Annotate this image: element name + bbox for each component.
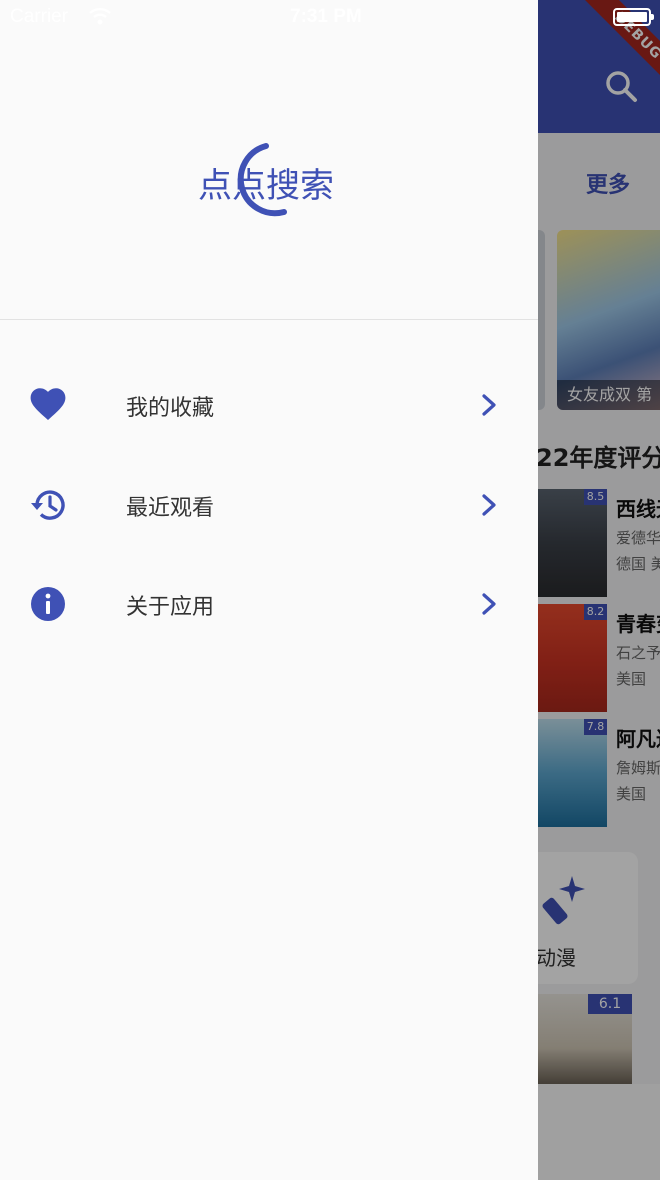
menu-item-about[interactable]: 关于应用 — [0, 559, 538, 649]
heart-icon — [30, 388, 66, 420]
info-icon — [31, 587, 65, 621]
wifi-icon — [89, 8, 111, 25]
chevron-right-icon — [482, 593, 496, 615]
status-time: 7:31 PM — [290, 6, 362, 27]
logo-text: 点点搜索 — [198, 166, 334, 206]
history-icon — [31, 490, 65, 520]
menu-item-label: 我的收藏 — [126, 396, 215, 421]
battery-icon — [613, 8, 654, 26]
status-bar: Carrier 7:31 PM — [0, 0, 660, 36]
menu-item-label: 最近观看 — [126, 496, 215, 521]
menu-item-history[interactable]: 最近观看 — [0, 460, 538, 550]
chevron-right-icon — [482, 494, 496, 516]
navigation-drawer: 点点搜索 我的收藏 最近观看 关于应用 — [0, 0, 538, 1180]
drawer-header: 点点搜索 — [0, 0, 538, 320]
menu-item-favorites[interactable]: 我的收藏 — [0, 360, 538, 450]
menu-item-label: 关于应用 — [126, 595, 215, 620]
chevron-right-icon — [482, 394, 496, 416]
carrier-label: Carrier — [10, 6, 69, 27]
app-logo: 点点搜索 — [196, 138, 346, 218]
